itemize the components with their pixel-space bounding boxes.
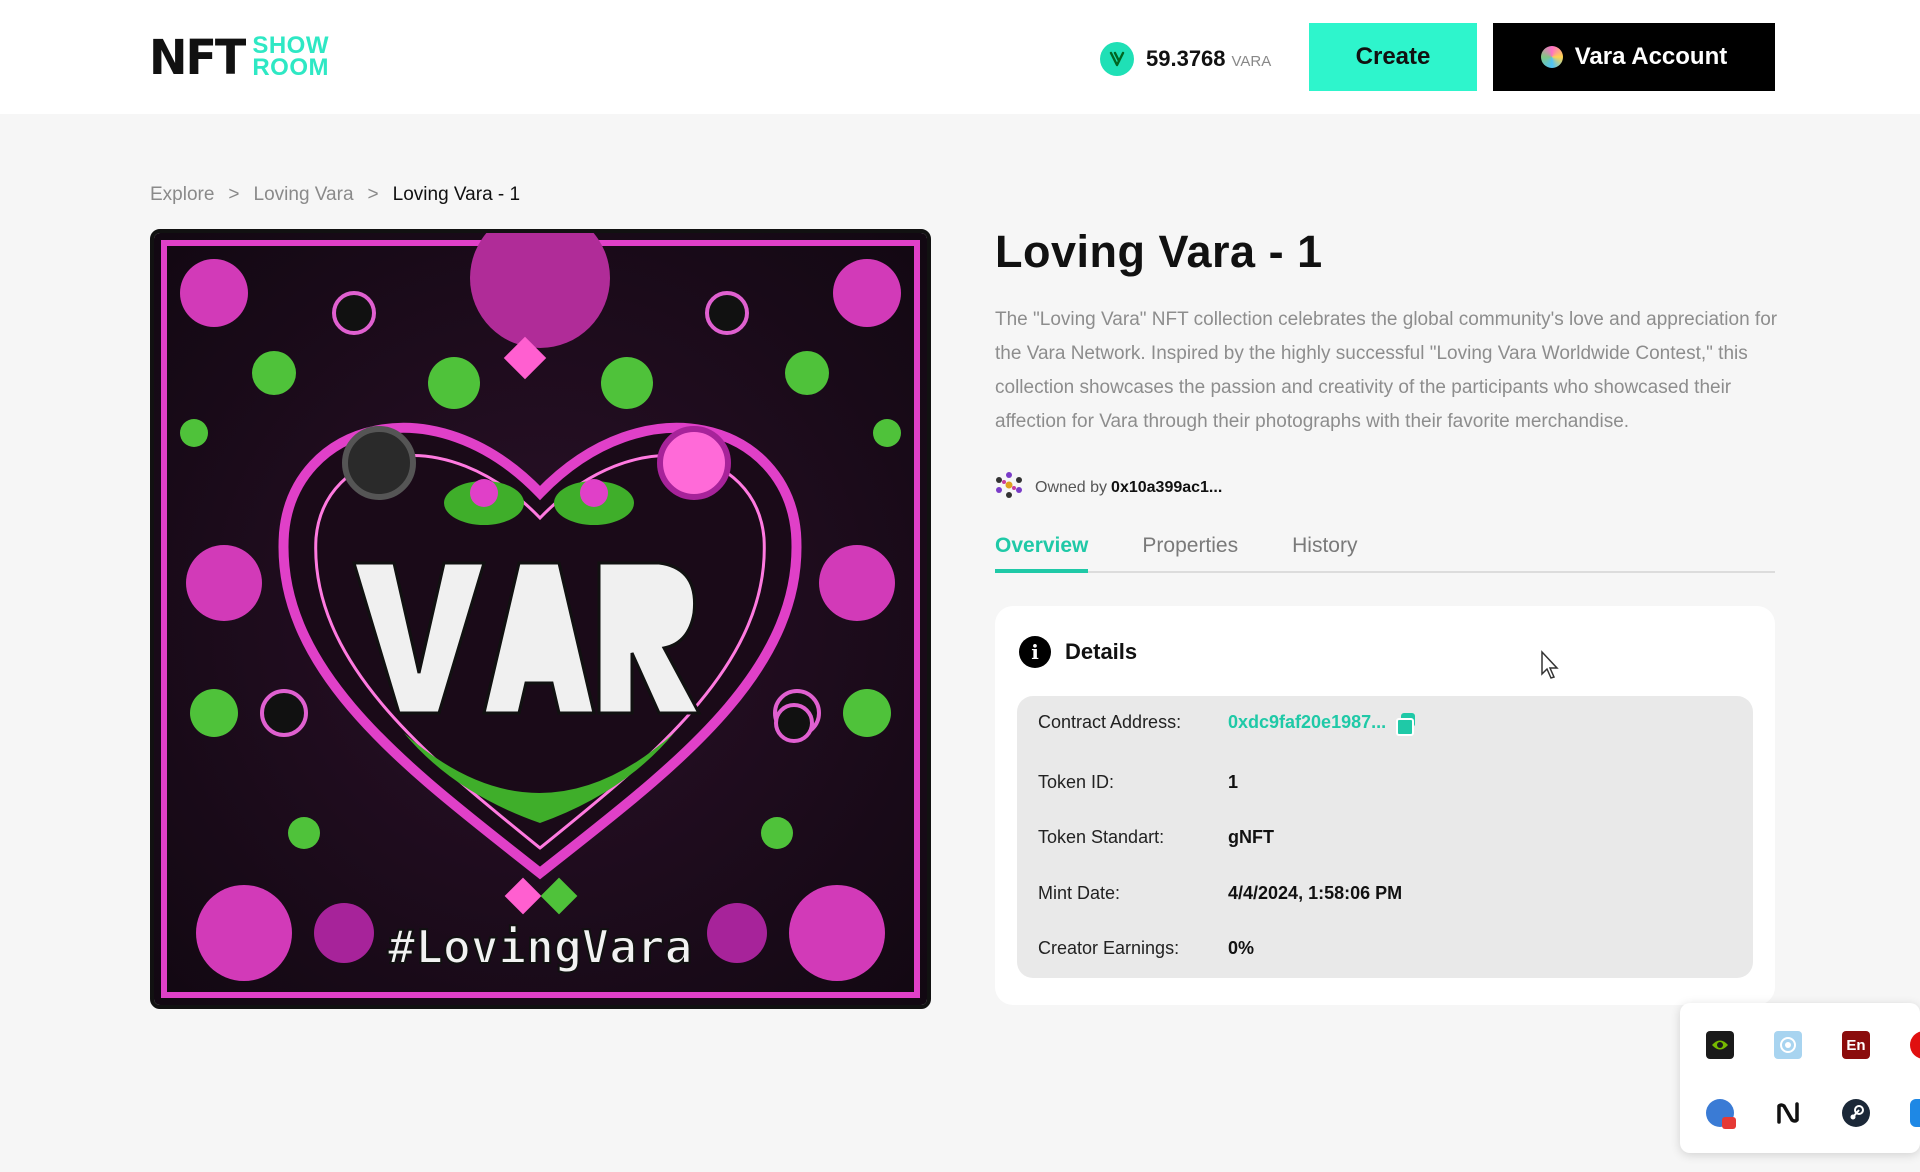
top-header: NFT SHOW ROOM 59.3768 VARA Create Vara A…: [0, 0, 1920, 114]
details-table: Contract Address: 0xdc9faf20e1987... Tok…: [1017, 696, 1753, 978]
detail-row-creator-earnings: Creator Earnings: 0%: [1038, 938, 1254, 959]
nft-tabs: Overview Properties History: [995, 534, 1775, 573]
detail-row-contract: Contract Address: 0xdc9faf20e1987...: [1038, 712, 1416, 736]
vara-account-button[interactable]: Vara Account: [1493, 23, 1775, 91]
details-heading: Details: [1065, 639, 1138, 664]
detail-row-token-id: Token ID: 1: [1038, 772, 1238, 793]
detail-value: 1: [1228, 772, 1239, 792]
owner-info: Owned by 0x10a399ac1...: [995, 471, 1222, 504]
red-app-icon[interactable]: [1910, 1031, 1920, 1059]
notification-icon[interactable]: [1706, 1099, 1736, 1129]
account-label: Vara Account: [1574, 43, 1728, 70]
system-tray-overflow: En: [1680, 1003, 1920, 1153]
nft-artwork-svg: #LovingVara: [154, 233, 927, 1005]
details-card: i Details Contract Address: 0xdc9faf20e1…: [995, 606, 1775, 1005]
balance-amount: 59.3768: [1146, 46, 1226, 71]
wallet-balance: 59.3768 VARA: [1100, 42, 1271, 76]
detail-label: Token ID:: [1038, 772, 1115, 792]
info-icon: i: [1019, 636, 1051, 668]
notion-icon[interactable]: [1774, 1099, 1802, 1127]
nvidia-icon[interactable]: [1706, 1031, 1734, 1059]
create-button[interactable]: Create: [1309, 23, 1477, 91]
detail-label: Contract Address:: [1038, 712, 1182, 732]
breadcrumb-separator: >: [228, 184, 240, 205]
nft-description: The "Loving Vara" NFT collection celebra…: [995, 309, 1778, 432]
owner-address[interactable]: 0x10a399ac1...: [1111, 479, 1222, 497]
steam-icon[interactable]: [1842, 1099, 1870, 1127]
detail-value: gNFT: [1228, 827, 1274, 847]
tab-history[interactable]: History: [1292, 534, 1357, 573]
owner-avatar-icon[interactable]: [995, 471, 1023, 504]
detail-label: Mint Date:: [1038, 883, 1121, 903]
owner-prefix: Owned by: [1035, 478, 1108, 496]
logo-word-room: ROOM: [252, 54, 329, 81]
detail-value: 4/4/2024, 1:58:06 PM: [1228, 883, 1403, 903]
detail-value: 0%: [1228, 938, 1255, 958]
nft-showroom-logo[interactable]: NFT SHOW ROOM: [149, 32, 329, 82]
detail-row-mint-date: Mint Date: 4/4/2024, 1:58:06 PM: [1038, 883, 1402, 904]
shield-icon[interactable]: [1910, 1099, 1920, 1127]
network-icon[interactable]: [1774, 1031, 1802, 1059]
account-avatar-icon: [1540, 46, 1563, 68]
detail-row-token-standard: Token Standart: gNFT: [1038, 827, 1274, 848]
logo-wordmark: SHOW ROOM: [252, 34, 329, 81]
artwork-caption: #LovingVara: [388, 920, 693, 974]
logo-mark: NFT: [149, 28, 246, 86]
breadcrumb-current: Loving Vara - 1: [392, 184, 521, 205]
tab-properties[interactable]: Properties: [1142, 534, 1238, 573]
detail-label: Token Standart:: [1038, 827, 1165, 847]
breadcrumb-explore[interactable]: Explore: [150, 184, 214, 206]
nft-title: Loving Vara - 1: [995, 226, 1323, 277]
contract-address-link[interactable]: 0xdc9faf20e1987...: [1228, 712, 1386, 733]
detail-label: Creator Earnings:: [1038, 938, 1180, 958]
nft-artwork-image: #LovingVara: [150, 229, 931, 1009]
balance-unit: VARA: [1231, 52, 1272, 70]
breadcrumb-collection[interactable]: Loving Vara: [254, 184, 354, 206]
mouse-cursor-icon: [1541, 650, 1559, 679]
details-header: i Details: [1019, 636, 1137, 668]
vara-coin-icon: [1100, 42, 1134, 76]
breadcrumb: Explore > Loving Vara > Loving Vara - 1: [150, 184, 520, 206]
tab-overview[interactable]: Overview: [995, 534, 1089, 573]
breadcrumb-separator: >: [367, 184, 379, 205]
detail-value-contract[interactable]: 0xdc9faf20e1987...: [1228, 712, 1416, 736]
dictionary-icon[interactable]: En: [1842, 1031, 1870, 1059]
copy-icon[interactable]: [1396, 712, 1416, 736]
